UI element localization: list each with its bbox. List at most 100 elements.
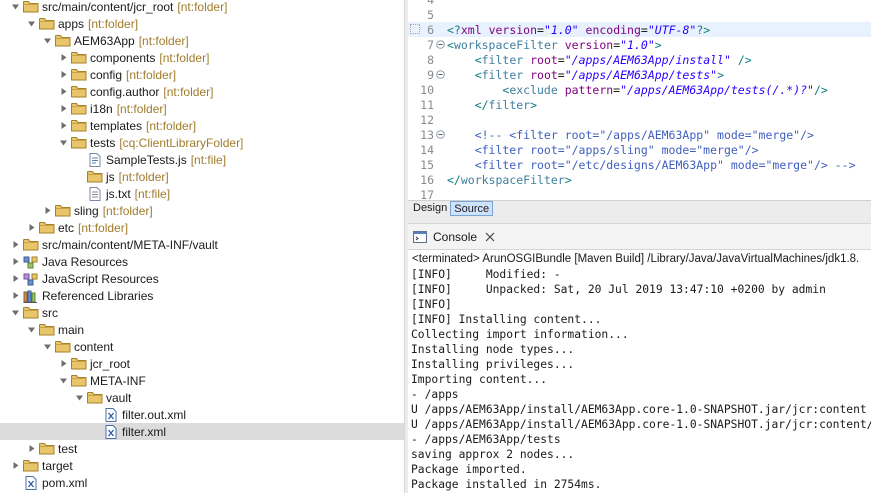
chevron-right-icon[interactable] [26,444,36,454]
folder-icon [71,374,87,388]
tree-item-node-type: [nt:folder] [138,33,189,48]
chevron-down-icon[interactable] [58,376,68,386]
tree-item[interactable]: i18n [nt:folder] [0,100,404,117]
chevron-down-icon[interactable] [74,393,84,403]
tree-item[interactable]: filter.xml [0,423,404,440]
code-token: <? [447,22,461,37]
tab-source[interactable]: Source [450,201,494,216]
chevron-down-icon[interactable] [26,325,36,335]
code-text: <exclude pattern="/apps/AEM63App/tests(/… [447,83,827,97]
tree-item-label: js.txt [106,186,131,201]
tree-item[interactable]: SampleTests.js [nt:file] [0,151,404,168]
tree-item-label: js [106,169,115,184]
editor-line[interactable]: 9 <filter root="/apps/AEM63App/tests"> [408,67,871,82]
code-token: = [557,67,565,82]
chevron-right-icon[interactable] [58,87,68,97]
tree-item[interactable]: apps [nt:folder] [0,15,404,32]
xml-editor[interactable]: 456<?xml version="1.0" encoding="UTF-8"?… [408,0,871,200]
editor-line[interactable]: 6 <?xml version="1.0" encoding="UTF-8"?> [408,22,871,37]
chevron-right-icon[interactable] [58,359,68,369]
code-token: = [640,22,648,37]
tree-item[interactable]: pom.xml [0,474,404,491]
fold-collapse-icon[interactable] [434,127,447,142]
tree-item[interactable]: target [0,457,404,474]
line-number: 16 [420,172,434,187]
editor-line[interactable]: 13 <!-- <filter root="/apps/AEM63App" mo… [408,127,871,142]
tree-item-node-type: [nt:folder] [163,84,214,99]
close-icon[interactable] [485,232,495,242]
chevron-down-icon[interactable] [42,342,52,352]
editor-line[interactable]: 5 [408,7,871,22]
editor-line[interactable]: 7 <workspaceFilter version="1.0"> [408,37,871,52]
folder-icon [23,238,39,252]
tree-item[interactable]: test [0,440,404,457]
tree-item[interactable]: filter.out.xml [0,406,404,423]
chevron-right-icon[interactable] [10,274,20,284]
chevron-right-icon[interactable] [58,70,68,80]
code-token: version [481,22,538,37]
chevron-right-icon[interactable] [10,240,20,250]
fold-gutter [434,97,447,112]
code-token: "/apps/AEM63App/tests" [564,67,718,82]
tree-item[interactable]: Java Resources [0,253,404,270]
editor-line[interactable]: 10 <exclude pattern="/apps/AEM63App/test… [408,82,871,97]
chevron-right-icon[interactable] [10,461,20,471]
chevron-right-icon[interactable] [10,291,20,301]
editor-line[interactable]: 8 <filter root="/apps/AEM63App/install" … [408,52,871,67]
tree-item-label: content [74,339,114,354]
chevron-right-icon[interactable] [58,121,68,131]
horizontal-sash[interactable] [408,216,871,224]
tree-item[interactable]: vault [0,389,404,406]
editor-line[interactable]: 4 [408,0,871,7]
chevron-right-icon[interactable] [42,206,52,216]
tree-item[interactable]: templates [nt:folder] [0,117,404,134]
tree-item[interactable]: JavaScript Resources [0,270,404,287]
console-output[interactable]: <terminated> ArunOSGIBundle [Maven Build… [408,250,871,493]
tree-item[interactable]: META-INF [0,372,404,389]
tree-item[interactable]: src/main/content/jcr_root [nt:folder] [0,0,404,15]
tree-item[interactable]: main [0,321,404,338]
tree-item[interactable]: components [nt:folder] [0,49,404,66]
editor-line[interactable]: 17 [408,187,871,201]
tree-item[interactable]: Referenced Libraries [0,287,404,304]
chevron-down-icon[interactable] [10,2,20,12]
chevron-down-icon[interactable] [10,308,20,318]
tree-item[interactable]: config.author [nt:folder] [0,83,404,100]
console-line: saving approx 2 nodes... [411,448,575,461]
editor-line[interactable]: 12 [408,112,871,127]
code-token: "1.0" [543,22,579,37]
chevron-right-icon[interactable] [26,223,36,233]
current-line-marker-icon [410,24,420,34]
fold-collapse-icon[interactable] [434,67,447,82]
fold-collapse-icon[interactable] [434,37,447,52]
tree-item[interactable]: js [nt:folder] [0,168,404,185]
tree-item[interactable]: jcr_root [0,355,404,372]
tab-design[interactable]: Design [410,201,450,216]
editor-line[interactable]: 15 <filter root="/etc/designs/AEM63App" … [408,157,871,172]
console-line: Installing node types... [411,343,575,356]
chevron-right-icon[interactable] [10,257,20,267]
editor-line[interactable]: 16 </workspaceFilter> [408,172,871,187]
editor-line[interactable]: 11 </filter> [408,97,871,112]
tree-item[interactable]: config [nt:folder] [0,66,404,83]
tree-item-node-type: [nt:folder] [177,0,228,14]
chevron-down-icon[interactable] [58,138,68,148]
tree-item[interactable]: content [0,338,404,355]
tree-item[interactable]: sling [nt:folder] [0,202,404,219]
tree-item[interactable]: AEM63App [nt:folder] [0,32,404,49]
tree-item[interactable]: src [0,304,404,321]
tree-item[interactable]: tests [cq:ClientLibraryFolder] [0,134,404,151]
console-tab-label: Console [433,229,478,244]
tree-item-label: jcr_root [90,356,131,371]
tree-item[interactable]: etc [nt:folder] [0,219,404,236]
console-line: [INFO] Installing content... [411,313,602,326]
chevron-right-icon[interactable] [58,104,68,114]
editor-line[interactable]: 14 <filter root="/apps/sling" mode="merg… [408,142,871,157]
tab-console[interactable]: Console [413,230,495,244]
chevron-down-icon[interactable] [26,19,36,29]
code-token: /> [730,52,752,67]
tree-item[interactable]: src/main/content/META-INF/vault [0,236,404,253]
tree-item[interactable]: js.txt [nt:file] [0,185,404,202]
chevron-right-icon[interactable] [58,53,68,63]
chevron-down-icon[interactable] [42,36,52,46]
